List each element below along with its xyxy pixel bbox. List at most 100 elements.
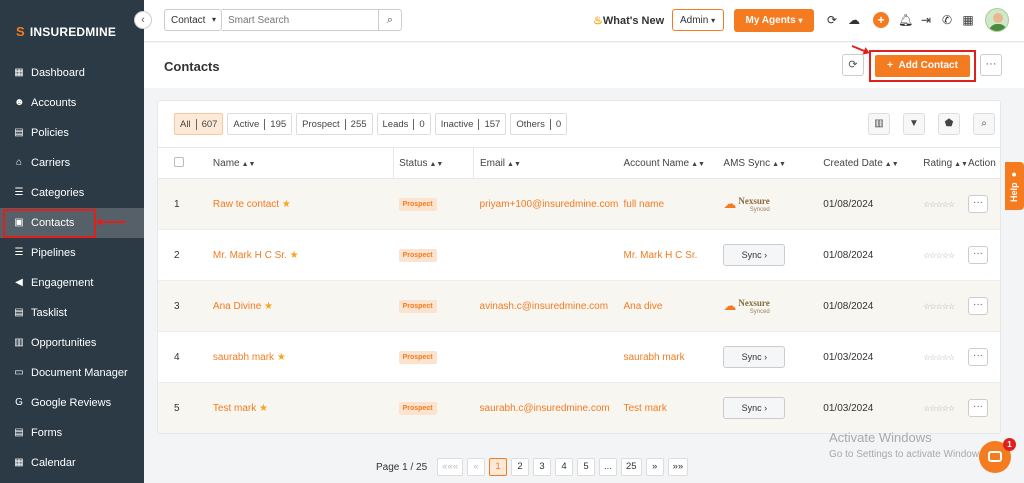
rating-cell[interactable]: ☆☆☆☆☆	[923, 229, 968, 281]
select-all-header[interactable]	[158, 147, 213, 179]
email-link[interactable]: priyam+100@insuredmine.com	[473, 178, 624, 230]
email-link[interactable]	[473, 331, 624, 383]
select-all-checkbox[interactable]	[174, 156, 184, 167]
columns-button[interactable]: ▥	[868, 113, 890, 135]
rating-stars[interactable]: ☆☆☆☆☆	[923, 200, 955, 209]
search-button[interactable]: ⌕	[378, 9, 402, 31]
account-name-header[interactable]: Account Name ▲▼	[623, 147, 724, 179]
chat-launcher-button[interactable]: 1	[979, 438, 1016, 473]
table-row[interactable]: 3 Ana Divine ★ Prospect avinash.c@insuredmi…	[158, 280, 1000, 332]
account-name-link[interactable]: Test mark	[623, 382, 724, 433]
created-date-header[interactable]: Created Date ▲▼	[823, 147, 924, 179]
table-row[interactable]: 1 Raw te contact ★ Prospect priyam+100@insu…	[158, 178, 1000, 230]
page-ellipsis[interactable]: ...	[599, 458, 618, 476]
whats-new-link[interactable]: ♨What's New	[593, 14, 664, 27]
sidebar-item-categories[interactable]: ☰ Categories	[0, 178, 144, 208]
sidebar-item-tasklist[interactable]: ▤ Tasklist	[0, 298, 144, 328]
sidebar-collapse-button[interactable]: ‹	[134, 11, 152, 29]
name-cell[interactable]: Test mark ★	[212, 382, 394, 433]
page-button-2[interactable]: 2	[511, 458, 530, 476]
name-cell[interactable]: saurabh mark ★	[212, 331, 394, 383]
sidebar-item-google-reviews[interactable]: G Google Reviews	[0, 388, 144, 418]
logout-icon[interactable]: ⇥	[919, 13, 933, 27]
account-name-link[interactable]: full name	[623, 178, 724, 230]
sidebar-item-dashboard[interactable]: ▦ Dashboard	[0, 58, 144, 88]
rating-cell[interactable]: ☆☆☆☆☆	[923, 178, 968, 230]
rating-cell[interactable]: ☆☆☆☆☆	[923, 331, 968, 383]
calculator-icon[interactable]: ▦	[961, 13, 975, 27]
sidebar-item-forms[interactable]: ▤ Forms	[0, 418, 144, 448]
account-name-link[interactable]: Ana dive	[623, 280, 724, 332]
filter-chip-leads[interactable]: Leads 0	[376, 113, 431, 135]
status-header[interactable]: Status ▲▼	[393, 147, 475, 179]
email-link[interactable]	[473, 229, 624, 281]
filter-chip-prospect[interactable]: Prospect 255	[296, 113, 373, 135]
rating-stars[interactable]: ☆☆☆☆☆	[923, 353, 955, 362]
refresh-button[interactable]: ⟳	[842, 54, 864, 76]
tag-button[interactable]: ⬟	[938, 113, 960, 135]
sidebar-item-pipelines[interactable]: ☰ Pipelines	[0, 238, 144, 268]
sidebar-item-engagement[interactable]: ◀ Engagement	[0, 268, 144, 298]
name-header[interactable]: Name ▲▼	[212, 147, 395, 179]
phone-icon[interactable]: ✆	[940, 13, 954, 27]
page-button-1[interactable]: 1	[489, 458, 508, 476]
row-action-button[interactable]: ···	[967, 348, 988, 366]
contact-name-link[interactable]: Test mark	[213, 403, 256, 414]
table-row[interactable]: 2 Mr. Mark H C Sr. ★ Prospect Mr. Mark H C …	[158, 229, 1000, 281]
rating-cell[interactable]: ☆☆☆☆☆	[923, 280, 968, 332]
logo[interactable]: S INSUREDMINE	[16, 24, 116, 39]
star-icon[interactable]: ★	[264, 301, 273, 312]
email-link[interactable]: avinash.c@insuredmine.com	[473, 280, 624, 332]
email-header[interactable]: Email ▲▼	[473, 147, 624, 179]
table-search-button[interactable]: ⌕	[973, 113, 995, 135]
filter-chip-others[interactable]: Others 0	[510, 113, 568, 135]
contact-name-link[interactable]: Mr. Mark H C Sr.	[213, 250, 287, 261]
account-name-link[interactable]: saurabh mark	[623, 331, 724, 383]
sidebar-item-accounts[interactable]: ☻ Accounts	[0, 88, 144, 118]
row-action-button[interactable]: ···	[967, 246, 988, 264]
add-contact-button[interactable]: + Add Contact	[875, 55, 970, 77]
email-link[interactable]: saurabh.c@insuredmine.com	[473, 382, 624, 433]
row-action-button[interactable]: ···	[967, 297, 988, 315]
rating-header[interactable]: Rating ▲▼	[923, 147, 968, 179]
filter-chip-all[interactable]: All 607	[174, 113, 224, 135]
bell-icon[interactable]: 🔔︎	[898, 13, 913, 27]
star-icon[interactable]: ★	[282, 199, 291, 210]
account-name-link[interactable]: Mr. Mark H C Sr.	[623, 229, 724, 281]
quick-add-button[interactable]: +	[873, 12, 889, 28]
cloud-download-icon[interactable]: ☁	[847, 13, 861, 27]
role-select[interactable]: Admin ▾	[672, 9, 724, 31]
row-action-button[interactable]: ···	[967, 399, 988, 417]
sidebar-item-carriers[interactable]: ⌂ Carriers	[0, 148, 144, 178]
sync-button[interactable]: Sync ›	[723, 346, 786, 368]
filter-button[interactable]: ▼	[903, 113, 925, 135]
next-page-button[interactable]: »	[645, 458, 664, 476]
row-action-button[interactable]: ···	[967, 195, 988, 213]
filter-chip-active[interactable]: Active 195	[227, 113, 293, 135]
sidebar-item-calendar[interactable]: ▦ Calendar	[0, 448, 144, 478]
user-avatar[interactable]	[985, 8, 1009, 32]
rating-stars[interactable]: ☆☆☆☆☆	[923, 251, 955, 260]
star-icon[interactable]: ★	[277, 352, 286, 363]
rating-stars[interactable]: ☆☆☆☆☆	[923, 302, 955, 311]
sidebar-item-document-manager[interactable]: ▭ Document Manager	[0, 358, 144, 388]
smart-search-input[interactable]	[222, 9, 379, 31]
sidebar-item-policies[interactable]: ▤ Policies	[0, 118, 144, 148]
ams-sync-header[interactable]: AMS Sync ▲▼	[723, 147, 824, 179]
more-options-button[interactable]: ···	[980, 54, 1002, 76]
page-button-4[interactable]: 4	[555, 458, 574, 476]
page-button-25[interactable]: 25	[621, 458, 642, 476]
name-cell[interactable]: Mr. Mark H C Sr. ★	[212, 229, 394, 281]
help-tab[interactable]: Help ●	[1005, 162, 1024, 210]
sync-button[interactable]: Sync ›	[723, 397, 786, 419]
my-agents-button[interactable]: My Agents ▾	[734, 9, 814, 32]
filter-chip-inactive[interactable]: Inactive 157	[434, 113, 507, 135]
sync-icon[interactable]: ⟳	[825, 13, 839, 27]
star-icon[interactable]: ★	[290, 250, 299, 261]
contact-name-link[interactable]: Raw te contact	[213, 199, 279, 210]
first-page-button[interactable]: «««	[437, 458, 464, 476]
prev-page-button[interactable]: «	[467, 458, 486, 476]
rating-cell[interactable]: ☆☆☆☆☆	[923, 382, 968, 433]
page-button-5[interactable]: 5	[577, 458, 596, 476]
star-icon[interactable]: ★	[259, 403, 268, 414]
